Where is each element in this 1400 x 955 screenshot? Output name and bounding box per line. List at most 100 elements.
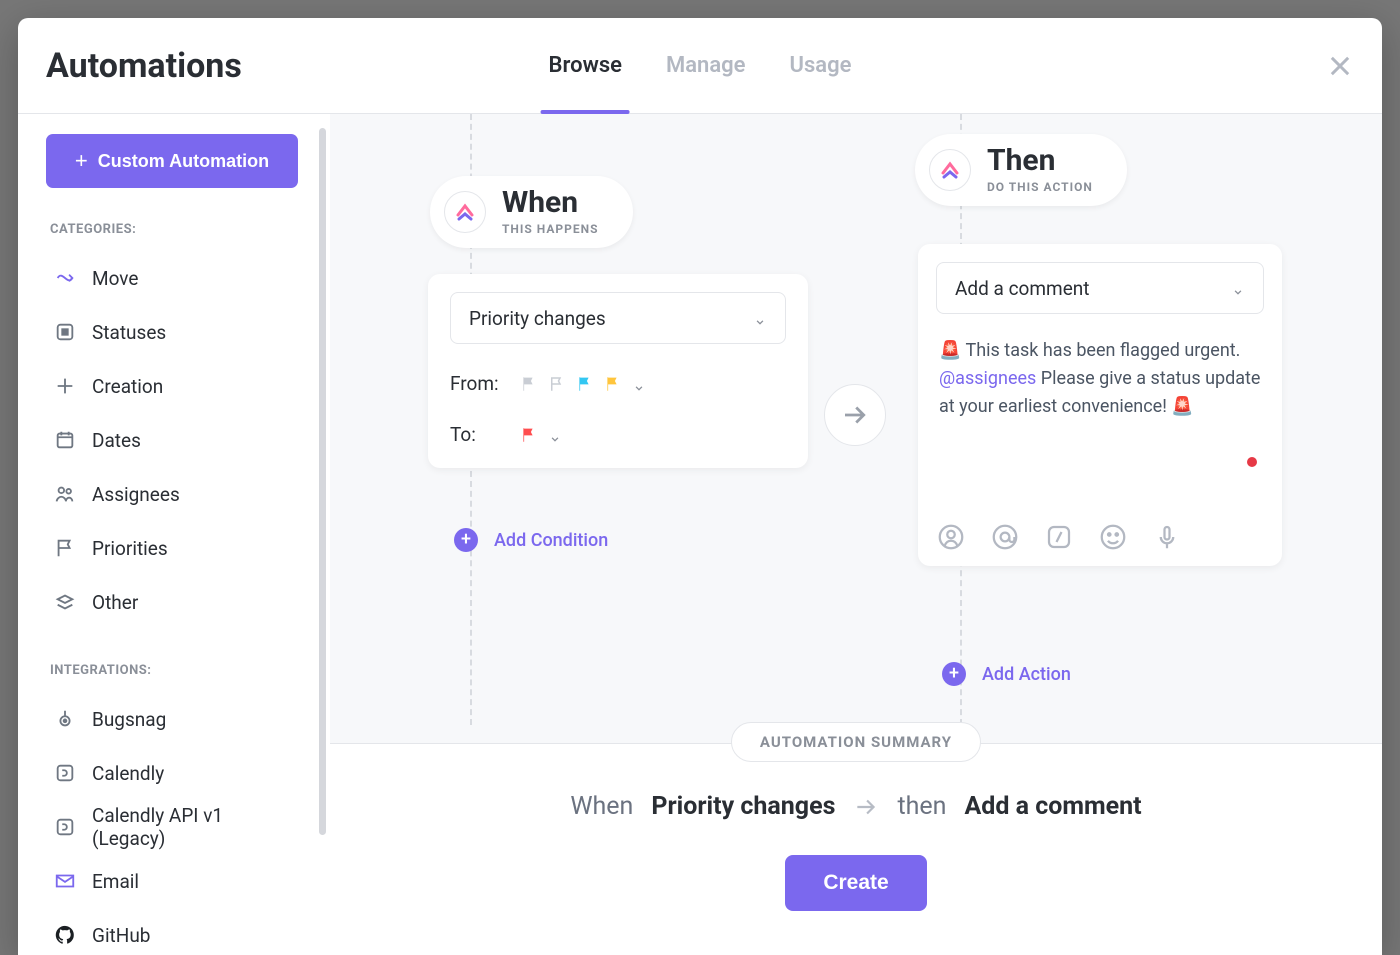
summary-label: AUTOMATION SUMMARY — [731, 722, 981, 762]
modal-header: Automations Browse Manage Usage — [18, 18, 1382, 114]
integrations-list: Bugsnag Calendly Calendly API v1 (Legacy… — [46, 692, 308, 955]
categories-list: Move Statuses Creation Dates Assignees — [46, 251, 308, 629]
close-button[interactable] — [1326, 52, 1354, 80]
sidebar-item-creation[interactable]: Creation — [46, 359, 308, 413]
voice-icon[interactable] — [1152, 522, 1182, 552]
automation-summary: AUTOMATION SUMMARY When Priority changes… — [330, 743, 1382, 955]
sidebar-item-label: Statuses — [92, 321, 166, 344]
sidebar-item-label: Other — [92, 591, 138, 614]
create-button[interactable]: Create — [785, 855, 926, 911]
sidebar-item-calendly-legacy[interactable]: Calendly API v1 (Legacy) — [46, 800, 308, 854]
then-title: Then — [987, 146, 1093, 176]
status-icon — [54, 321, 76, 343]
plus-circle-icon: + — [942, 662, 966, 686]
comment-input[interactable]: 🚨 This task has been flagged urgent. @as… — [936, 330, 1264, 500]
modal-body: + Custom Automation CATEGORIES: Move Sta… — [18, 114, 1382, 955]
calendly-icon — [54, 816, 76, 838]
mention-token[interactable]: @assignees — [939, 368, 1036, 389]
assign-comment-icon[interactable] — [936, 522, 966, 552]
tab-manage[interactable]: Manage — [666, 18, 746, 113]
flag-icon — [604, 375, 622, 393]
from-flags-select[interactable] — [520, 375, 646, 393]
clickup-logo-icon — [444, 191, 486, 233]
to-row: To: — [450, 423, 786, 446]
flag-icon — [520, 375, 538, 393]
summary-text: When Priority changes then Add a comment — [570, 792, 1141, 821]
trigger-value: Priority changes — [469, 307, 606, 330]
then-subtitle: DO THIS ACTION — [987, 180, 1093, 194]
categories-heading: CATEGORIES: — [50, 222, 308, 237]
chevron-down-icon — [1231, 281, 1245, 295]
sidebar-item-calendly[interactable]: Calendly — [46, 746, 308, 800]
sidebar-item-statuses[interactable]: Statuses — [46, 305, 308, 359]
plus-icon: + — [75, 150, 88, 172]
then-card: Add a comment 🚨 This task has been flagg… — [918, 244, 1282, 566]
plus-circle-icon: + — [454, 528, 478, 552]
add-action-button[interactable]: + Add Action — [942, 662, 1071, 686]
calendar-icon — [54, 429, 76, 451]
sidebar-item-other[interactable]: Other — [46, 575, 308, 629]
summary-when-word: When — [570, 792, 633, 821]
summary-then-value: Add a comment — [964, 792, 1141, 821]
sidebar-item-label: GitHub — [92, 924, 150, 947]
automations-modal: Automations Browse Manage Usage + Custom… — [18, 18, 1382, 955]
sidebar-item-label: Assignees — [92, 483, 180, 506]
flag-icon — [520, 426, 538, 444]
automation-canvas: When THIS HAPPENS Then DO THIS ACTION — [330, 114, 1382, 955]
calendly-icon — [54, 762, 76, 784]
sidebar-item-assignees[interactable]: Assignees — [46, 467, 308, 521]
to-label: To: — [450, 423, 520, 446]
add-condition-button[interactable]: + Add Condition — [454, 528, 608, 552]
tab-browse[interactable]: Browse — [549, 18, 622, 113]
flag-icon — [576, 375, 594, 393]
mention-icon[interactable] — [990, 522, 1020, 552]
sidebar-item-label: Dates — [92, 429, 141, 452]
sidebar-item-email[interactable]: Email — [46, 854, 308, 908]
chevron-down-icon — [753, 311, 767, 325]
to-flags-select[interactable] — [520, 426, 562, 444]
comment-text-pre: 🚨 This task has been flagged urgent. — [939, 340, 1240, 361]
integrations-heading: INTEGRATIONS: — [50, 663, 308, 678]
emoji-icon[interactable] — [1098, 522, 1128, 552]
sidebar-item-bugsnag[interactable]: Bugsnag — [46, 692, 308, 746]
sidebar-item-label: Move — [92, 267, 138, 290]
when-subtitle: THIS HAPPENS — [502, 222, 599, 236]
bugsnag-icon — [54, 708, 76, 730]
sidebar-item-label: Creation — [92, 375, 163, 398]
custom-automation-label: Custom Automation — [98, 151, 269, 172]
summary-when-value: Priority changes — [651, 792, 835, 821]
sidebar-item-priorities[interactable]: Priorities — [46, 521, 308, 575]
sidebar-item-move[interactable]: Move — [46, 251, 308, 305]
sidebar-item-label: Calendly API v1 (Legacy) — [92, 804, 300, 850]
action-value: Add a comment — [955, 277, 1089, 300]
tab-usage[interactable]: Usage — [790, 18, 852, 113]
github-icon — [54, 924, 76, 946]
add-action-label: Add Action — [982, 664, 1071, 685]
close-icon — [1326, 52, 1354, 80]
from-row: From: — [450, 372, 786, 395]
from-label: From: — [450, 372, 520, 395]
sidebar-item-dates[interactable]: Dates — [46, 413, 308, 467]
layers-icon — [54, 591, 76, 613]
move-icon — [54, 267, 76, 289]
people-icon — [54, 483, 76, 505]
sidebar: + Custom Automation CATEGORIES: Move Sta… — [18, 114, 330, 955]
arrow-right-icon — [840, 400, 870, 430]
when-pill: When THIS HAPPENS — [430, 176, 633, 248]
slash-command-icon[interactable] — [1044, 522, 1074, 552]
trigger-select[interactable]: Priority changes — [450, 292, 786, 344]
sidebar-item-github[interactable]: GitHub — [46, 908, 308, 955]
comment-toolbar — [936, 516, 1264, 552]
canvas-scroll[interactable]: When THIS HAPPENS Then DO THIS ACTION — [330, 114, 1382, 955]
page-title: Automations — [46, 46, 242, 86]
when-card: Priority changes From: — [428, 274, 808, 468]
flag-icon — [548, 375, 566, 393]
add-condition-label: Add Condition — [494, 530, 608, 551]
summary-then-word: then — [897, 792, 946, 821]
cursor-indicator — [1247, 457, 1257, 467]
header-tabs: Browse Manage Usage — [549, 18, 852, 113]
create-label: Create — [823, 871, 888, 894]
custom-automation-button[interactable]: + Custom Automation — [46, 134, 298, 188]
action-select[interactable]: Add a comment — [936, 262, 1264, 314]
flow-arrow — [824, 384, 886, 446]
